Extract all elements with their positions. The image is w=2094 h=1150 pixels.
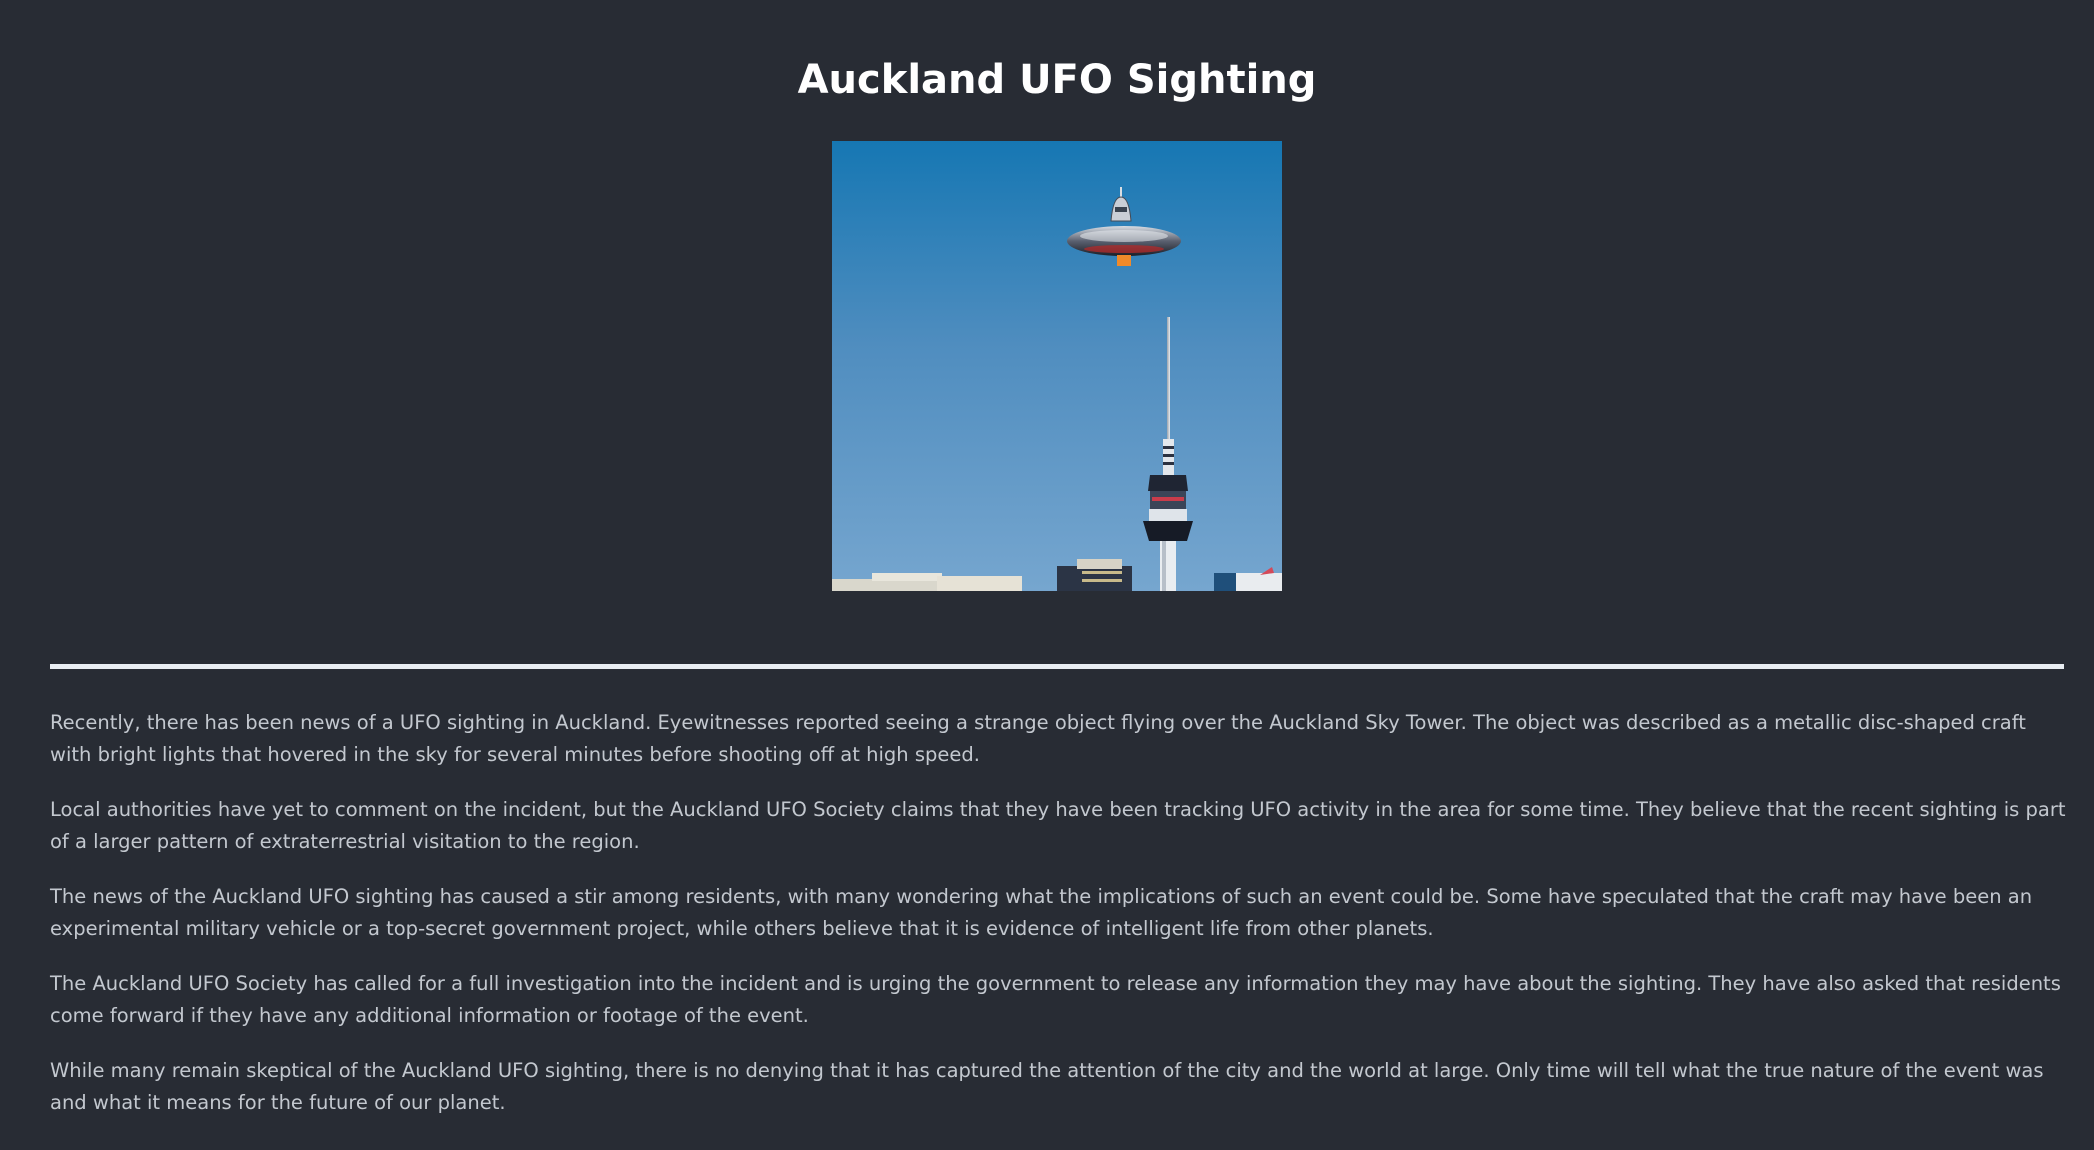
article-body: Recently, there has been news of a UFO s…	[50, 707, 2070, 1142]
page-title: Auckland UFO Sighting	[797, 57, 1317, 103]
page: Auckland UFO Sighting Recently, there ha…	[0, 0, 2094, 1150]
section-divider	[50, 664, 2064, 669]
ufo-sky-tower-image	[832, 141, 1282, 591]
article-paragraph: While many remain skeptical of the Auckl…	[50, 1059, 2044, 1114]
article-paragraph: The news of the Auckland UFO sighting ha…	[50, 885, 2033, 940]
article-paragraph: The Auckland UFO Society has called for …	[50, 972, 2061, 1027]
article-paragraph: Local authorities have yet to comment on…	[50, 798, 2066, 853]
article-paragraph: Recently, there has been news of a UFO s…	[50, 711, 2026, 766]
